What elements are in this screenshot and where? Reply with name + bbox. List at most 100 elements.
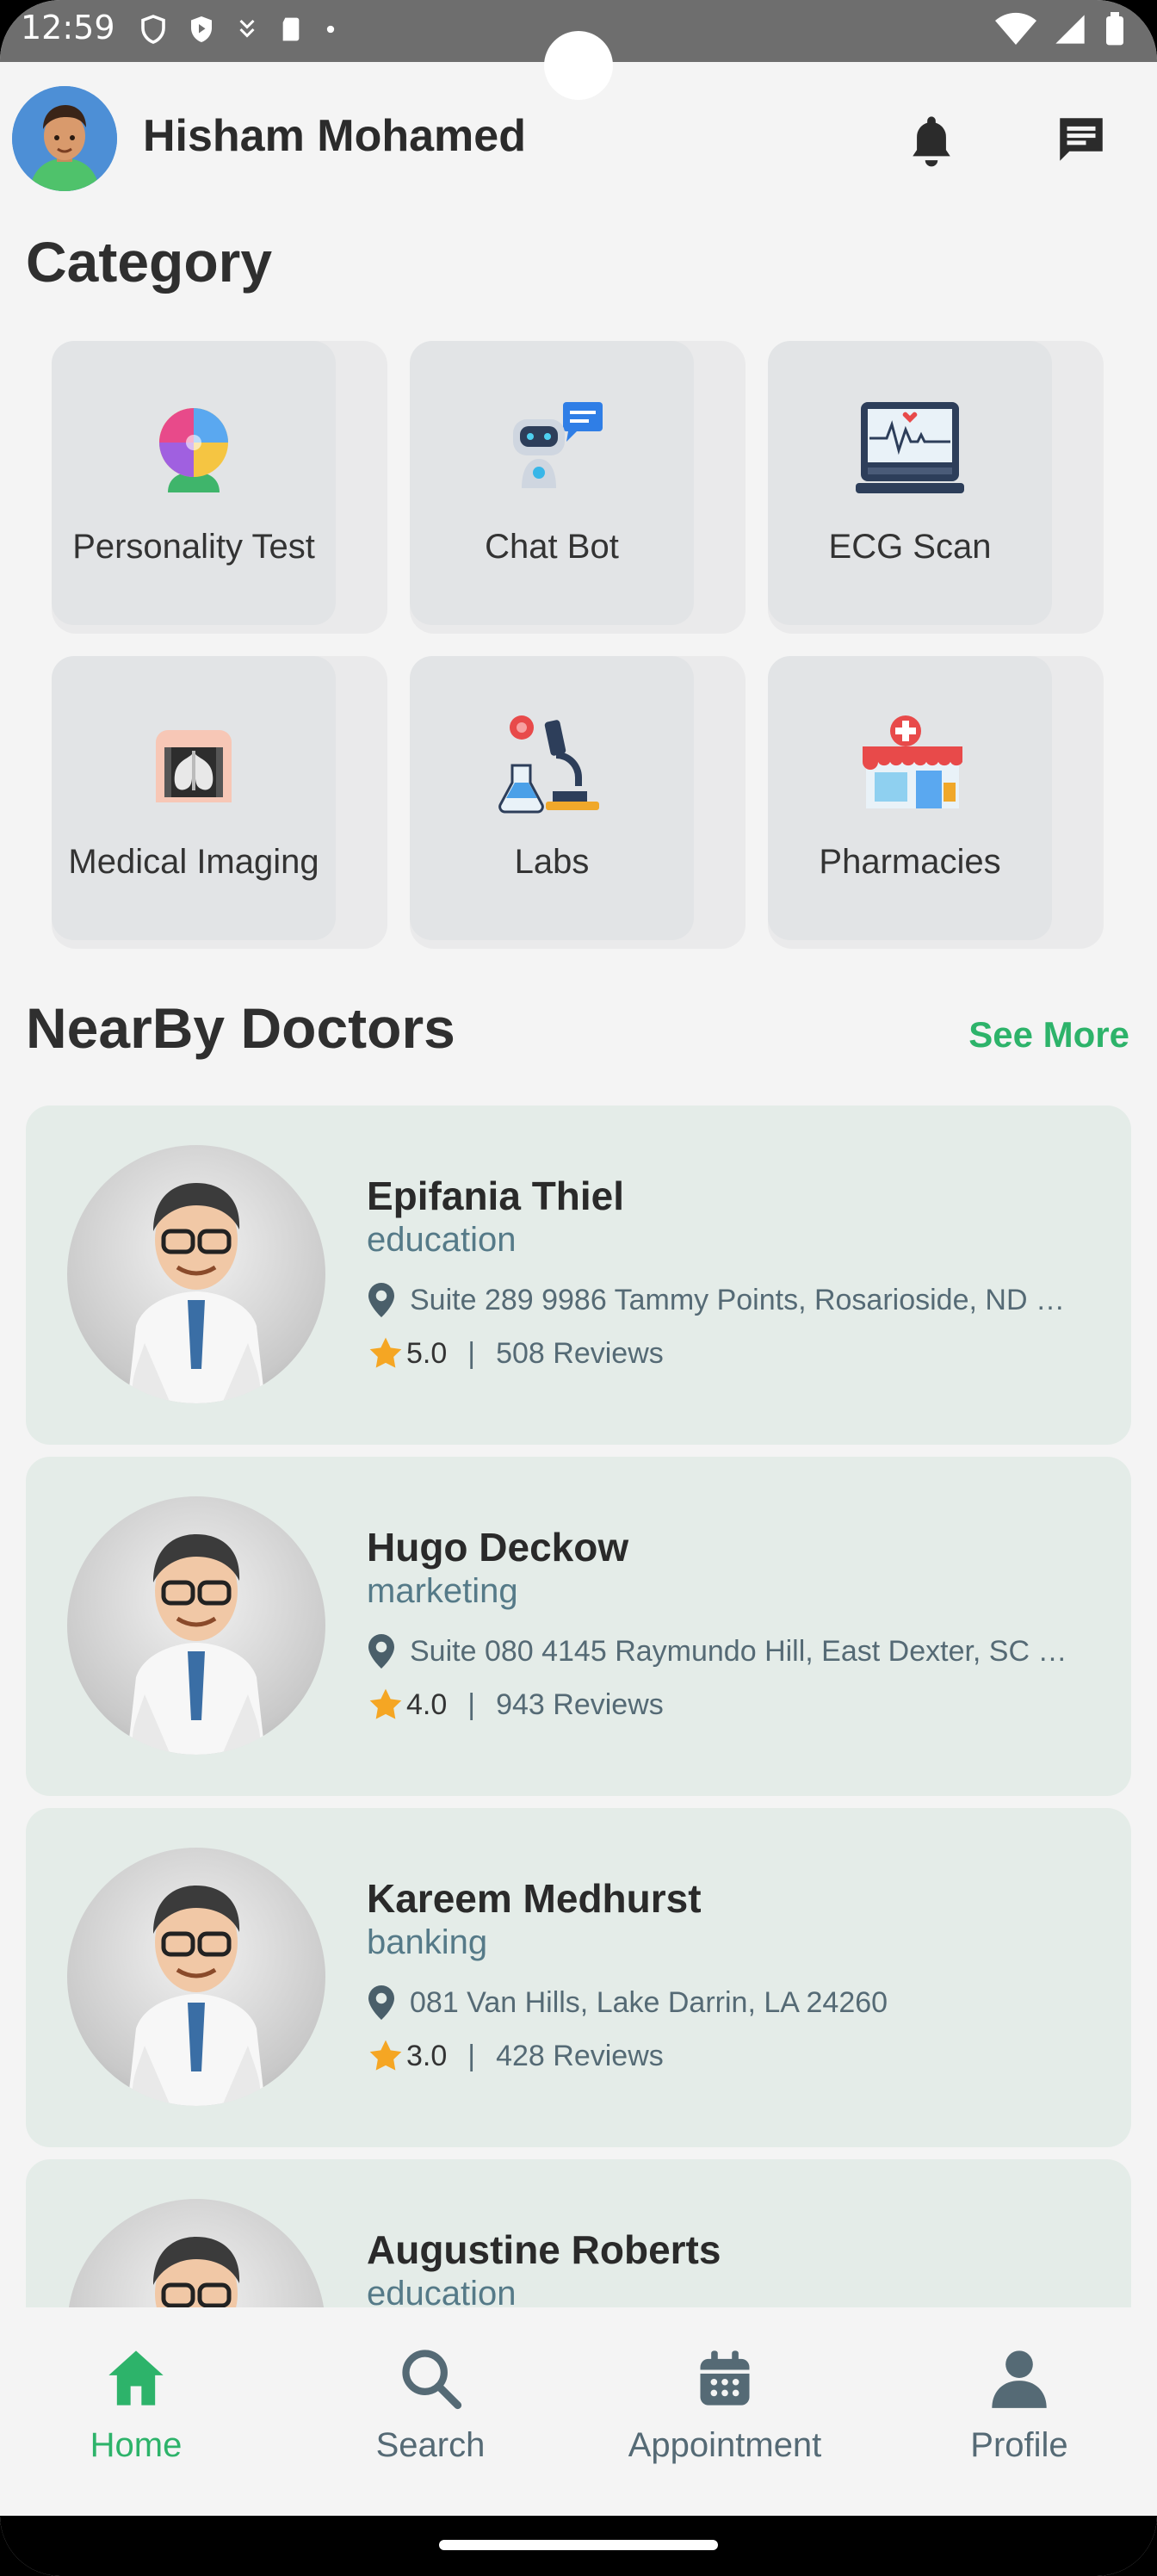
- star-icon: [369, 1688, 402, 1719]
- category-label: ECG Scan: [828, 528, 992, 566]
- doctor-rating: 4.0: [406, 1687, 448, 1721]
- doctor-address: Suite 080 4145 Raymundo Hill, East Dexte…: [410, 1634, 1073, 1668]
- star-icon: [369, 1337, 402, 1368]
- doctor-specialty: marketing: [367, 1572, 518, 1610]
- location-pin-icon: [368, 1985, 394, 2020]
- calendar-icon: [700, 2350, 750, 2406]
- robot-chat-icon: [496, 393, 608, 505]
- doctor-illustration: [127, 1534, 265, 1755]
- location-pin-icon: [368, 1283, 394, 1317]
- bell-icon: [913, 116, 950, 167]
- doctor-rating: 5.0: [406, 1336, 448, 1370]
- phone-screen: 12:59 Hisham Mohamed Category Personalit…: [0, 0, 1157, 2576]
- doctor-photo: [67, 1848, 325, 2106]
- doctor-address: Suite 289 9986 Tammy Points, Rosarioside…: [410, 1283, 1073, 1316]
- nav-label: Search: [375, 2426, 486, 2464]
- xray-film-icon: [138, 709, 250, 820]
- category-card-inner: Personality Test: [52, 341, 336, 625]
- doctor-photo: [67, 1145, 325, 1403]
- doctor-rating: 3.0: [406, 2039, 448, 2072]
- signal-icon: [1055, 15, 1085, 44]
- category-label: Chat Bot: [485, 528, 619, 566]
- doctor-illustration: [127, 1886, 265, 2106]
- status-icons-right: [995, 12, 1126, 46]
- sd-card-icon: [282, 17, 300, 41]
- battery-icon: [1106, 12, 1123, 46]
- person-icon: [992, 2350, 1047, 2408]
- user-avatar-illustration: [12, 86, 117, 191]
- doctor-address: 081 Van Hills, Lake Darrin, LA 24260: [410, 1985, 888, 2019]
- ecg-monitor-icon: [854, 393, 966, 505]
- see-more-link[interactable]: See More: [968, 1014, 1129, 1056]
- nav-appointment[interactable]: Appointment: [596, 2345, 854, 2465]
- doctor-specialty: education: [367, 1221, 517, 1259]
- home-icon: [108, 2350, 164, 2406]
- category-card-inner: ECG Scan: [768, 341, 1052, 625]
- doctor-rating-row: 5.0 | 508 Reviews: [368, 1336, 664, 1371]
- category-title: Category: [26, 230, 273, 294]
- category-card-ecg-scan[interactable]: ECG Scan: [768, 341, 1104, 634]
- data-saver-icon: [239, 19, 255, 38]
- pharmacy-store-icon: [854, 709, 966, 820]
- doctor-reviews: 943 Reviews: [496, 1687, 664, 1721]
- rating-separator: |: [467, 2039, 476, 2072]
- category-card-medical-imaging[interactable]: Medical Imaging: [52, 656, 387, 949]
- rating-separator: |: [467, 1336, 476, 1370]
- play-protect-icon: [191, 16, 212, 42]
- category-card-chat-bot[interactable]: Chat Bot: [410, 341, 746, 634]
- messages-button[interactable]: [1049, 107, 1114, 172]
- doctor-card[interactable]: Hugo Deckow marketing Suite 080 4145 Ray…: [26, 1457, 1131, 1796]
- puzzle-head-icon: [138, 393, 250, 505]
- user-name: Hisham Mohamed: [143, 111, 526, 161]
- doctor-name: Kareem Medhurst: [367, 1876, 702, 1921]
- category-card-inner: Pharmacies: [768, 656, 1052, 940]
- bottom-navigation: Home Search Appointment Profile: [0, 2307, 1157, 2516]
- nav-label: Appointment: [628, 2426, 822, 2464]
- nearby-doctors-title: NearBy Doctors: [26, 996, 455, 1060]
- doctor-rating-row: 4.0 | 943 Reviews: [368, 1687, 664, 1722]
- category-card-labs[interactable]: Labs: [410, 656, 746, 949]
- status-icons-left: [138, 12, 339, 46]
- nav-home[interactable]: Home: [7, 2345, 265, 2465]
- search-icon: [402, 2350, 462, 2410]
- doctor-rating-row: 3.0 | 428 Reviews: [368, 2039, 664, 2073]
- category-card-pharmacies[interactable]: Pharmacies: [768, 656, 1104, 949]
- notifications-button[interactable]: [899, 107, 964, 172]
- doctor-specialty: banking: [367, 1923, 488, 1961]
- nav-profile[interactable]: Profile: [890, 2345, 1148, 2465]
- category-label: Personality Test: [72, 528, 315, 566]
- nav-search[interactable]: Search: [301, 2345, 560, 2465]
- nav-label: Home: [90, 2426, 183, 2464]
- category-card-inner: Medical Imaging: [52, 656, 336, 940]
- microscope-icon: [496, 709, 608, 820]
- doctor-card[interactable]: Epifania Thiel education Suite 289 9986 …: [26, 1105, 1131, 1445]
- dot-icon: [326, 25, 335, 34]
- doctor-reviews: 508 Reviews: [496, 1336, 664, 1370]
- star-icon: [369, 2040, 402, 2071]
- doctor-card[interactable]: Kareem Medhurst banking 081 Van Hills, L…: [26, 1808, 1131, 2147]
- nav-label: Profile: [970, 2426, 1068, 2464]
- status-time: 12:59: [21, 9, 115, 46]
- wifi-icon: [995, 12, 1036, 46]
- category-card-personality-test[interactable]: Personality Test: [52, 341, 387, 634]
- doctor-name: Hugo Deckow: [367, 1525, 629, 1570]
- shield-icon: [141, 15, 165, 44]
- category-label: Pharmacies: [819, 843, 1001, 881]
- doctor-address-row: Suite 289 9986 Tammy Points, Rosarioside…: [368, 1283, 1073, 1317]
- rating-separator: |: [467, 1687, 476, 1721]
- avatar[interactable]: [12, 86, 117, 191]
- category-card-inner: Labs: [410, 656, 694, 940]
- home-gesture-handle[interactable]: [439, 2540, 718, 2550]
- category-card-inner: Chat Bot: [410, 341, 694, 625]
- location-pin-icon: [368, 1634, 394, 1669]
- category-label: Medical Imaging: [68, 843, 319, 881]
- app-header: Hisham Mohamed: [0, 83, 1157, 195]
- doctor-reviews: 428 Reviews: [496, 2039, 664, 2072]
- doctor-address-row: 081 Van Hills, Lake Darrin, LA 24260: [368, 1985, 1073, 2020]
- doctor-name: Augustine Roberts: [367, 2227, 721, 2272]
- doctor-illustration: [127, 1183, 265, 1403]
- status-bar: 12:59: [0, 0, 1157, 100]
- chat-icon: [1060, 118, 1103, 161]
- doctor-photo: [67, 1496, 325, 1755]
- doctor-name: Epifania Thiel: [367, 1173, 625, 1218]
